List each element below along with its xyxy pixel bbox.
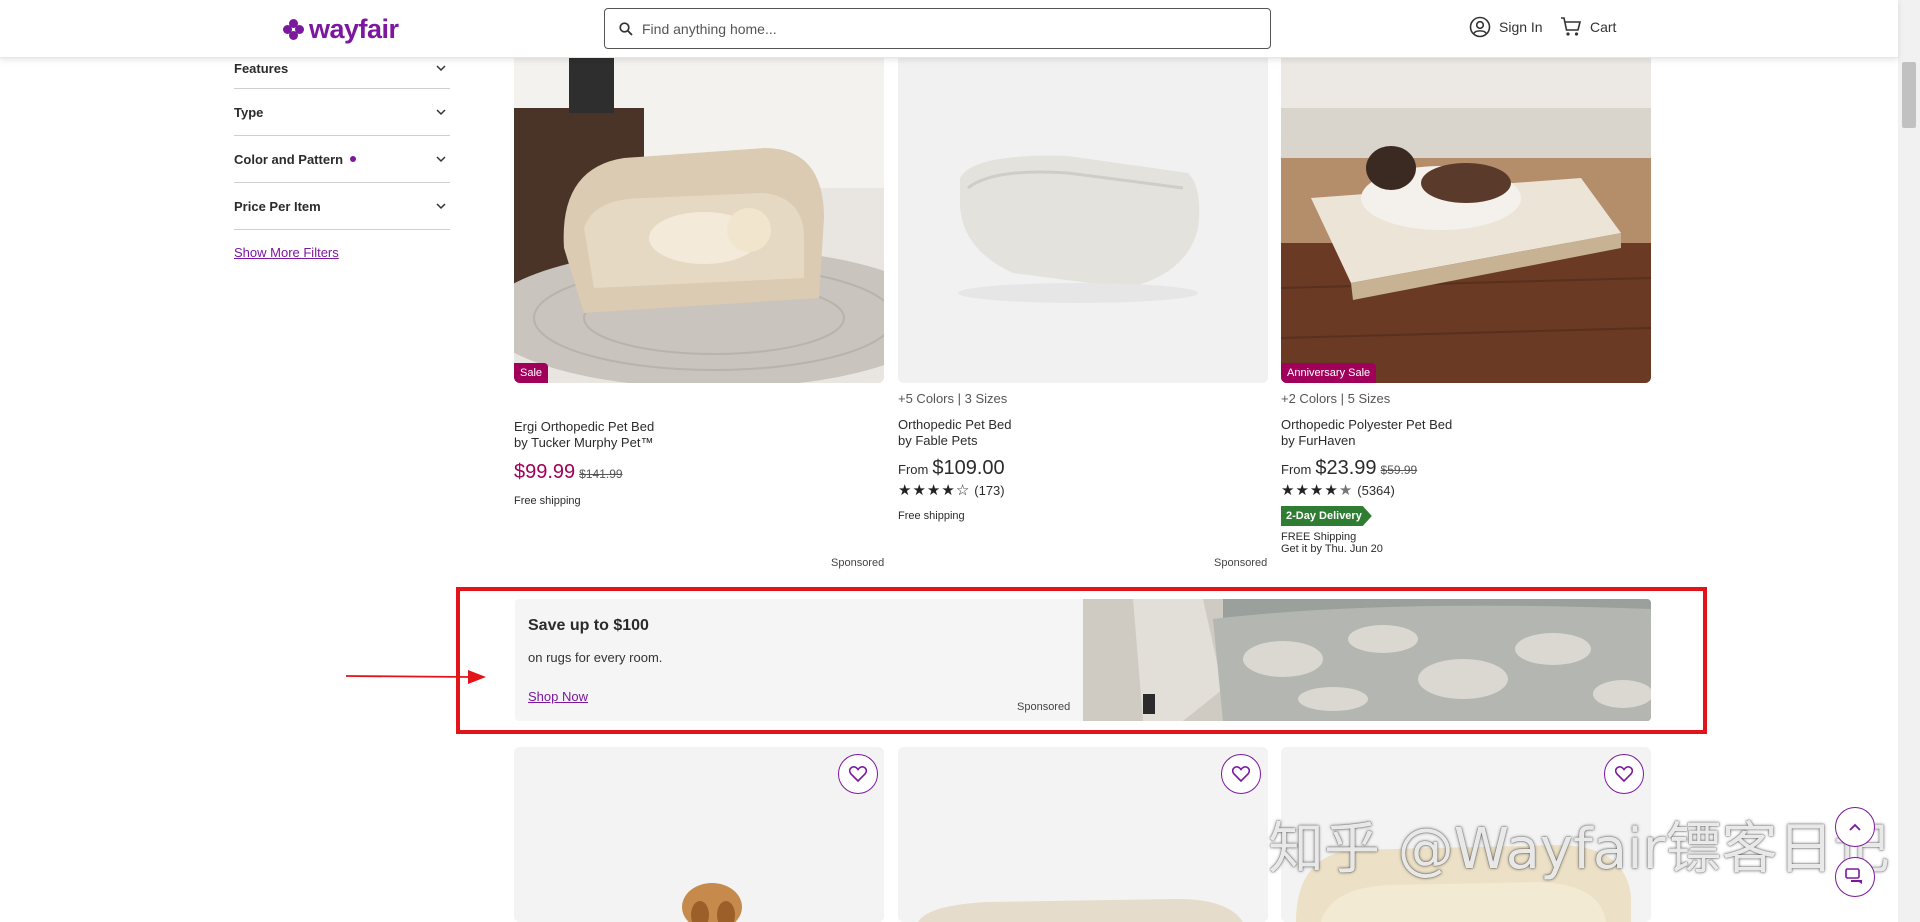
logo-text: wayfair: [309, 14, 399, 44]
shipping-info: Free shipping: [898, 510, 965, 522]
site-header: wayfair Sign In Cart: [0, 0, 1898, 58]
product-old-price: $59.99: [1380, 463, 1418, 477]
shipping-eta: Get it by Thu. Jun 20: [1281, 543, 1383, 555]
two-day-delivery-badge: 2-Day Delivery: [1281, 506, 1372, 526]
filter-label: Features: [234, 60, 289, 76]
product-options: +5 Colors | 3 Sizes: [898, 391, 1008, 406]
filter-color-and-pattern[interactable]: Color and Pattern: [234, 136, 450, 183]
banner-subtitle: on rugs for every room.: [528, 650, 663, 665]
search-bar[interactable]: [604, 8, 1271, 49]
product-name: Orthopedic Pet Bed: [898, 417, 1012, 432]
chevron-down-icon: [436, 156, 446, 163]
product-image[interactable]: [514, 747, 884, 922]
product-image[interactable]: [898, 48, 1268, 383]
sponsored-label: Sponsored: [1017, 701, 1071, 713]
review-count: (5364): [1357, 483, 1395, 498]
product-card[interactable]: +2 Colors | 5 Sizes Orthopedic Polyester…: [1281, 391, 1651, 555]
show-more-filters-link[interactable]: Show More Filters: [234, 245, 450, 260]
banner-title: Save up to $100: [528, 617, 649, 634]
sign-in-link[interactable]: Sign In: [1469, 16, 1543, 38]
dog-on-bed-image: [1281, 48, 1651, 383]
chevron-down-icon: [436, 65, 446, 72]
price-prefix: From: [898, 462, 929, 477]
sale-badge: Sale: [514, 363, 549, 383]
sponsored-label: Sponsored: [831, 557, 885, 569]
chat-icon: [1845, 868, 1862, 884]
shipping-info: Free shipping: [514, 495, 581, 507]
search-icon: [619, 21, 633, 36]
pet-bed-image: [898, 48, 1268, 383]
shop-now-link[interactable]: Shop Now: [528, 689, 588, 704]
product-brand: by FurHaven: [1281, 433, 1356, 448]
product-price: $109.00: [932, 457, 1005, 479]
product-name: Orthopedic Polyester Pet Bed: [1281, 417, 1453, 432]
favorite-button[interactable]: [1604, 754, 1644, 794]
cart-link[interactable]: Cart: [1560, 16, 1616, 38]
product-card[interactable]: Ergi Orthopedic Pet Bed by Tucker Murphy…: [514, 419, 884, 507]
heart-icon: [1232, 766, 1250, 782]
product-image[interactable]: Sale: [514, 48, 884, 383]
product-brand: by Fable Pets: [898, 433, 978, 448]
heart-icon: [849, 766, 867, 782]
product-image[interactable]: [898, 747, 1268, 922]
filter-sidebar: Features Type Color and Pattern Price Pe…: [234, 48, 450, 260]
cart-label: Cart: [1590, 19, 1617, 35]
pet-bed-image: [514, 747, 884, 922]
scroll-up-icon: [1849, 823, 1861, 831]
price-prefix: From: [1281, 462, 1312, 477]
wayfair-logo[interactable]: wayfair: [283, 14, 399, 45]
product-old-price: $141.99: [579, 467, 623, 481]
heart-icon: [1615, 766, 1633, 782]
cart-icon: [1561, 17, 1582, 36]
pet-sofa-image: [514, 48, 884, 383]
annotation-arrow: [346, 670, 486, 684]
logo-mark-icon: [283, 18, 305, 41]
product-options: +2 Colors | 5 Sizes: [1281, 391, 1391, 406]
product-brand: by Tucker Murphy Pet™: [514, 435, 654, 450]
chat-button[interactable]: [1835, 857, 1875, 897]
sponsored-label: Sponsored: [1214, 557, 1268, 569]
product-price: $99.99: [514, 461, 576, 483]
page-scrollbar[interactable]: [1898, 0, 1920, 922]
filter-label: Color and Pattern: [234, 151, 344, 167]
filter-price-per-item[interactable]: Price Per Item: [234, 183, 450, 230]
rug-image: [1083, 599, 1651, 721]
anniversary-sale-badge: Anniversary Sale: [1281, 363, 1377, 383]
star-rating: ★ ★ ★ ★ ★ (5364): [1281, 482, 1395, 499]
chevron-down-icon: [436, 109, 446, 116]
product-name: Ergi Orthopedic Pet Bed: [514, 419, 655, 434]
favorite-button[interactable]: [838, 754, 878, 794]
scrollbar-thumb[interactable]: [1902, 62, 1916, 128]
star-rating: ★ ★ ★ ★ ☆ (173): [898, 482, 1005, 499]
filter-label: Price Per Item: [234, 198, 321, 214]
product-card[interactable]: +5 Colors | 3 Sizes Orthopedic Pet Bed b…: [898, 391, 1268, 522]
shipping-info: FREE Shipping: [1281, 531, 1357, 543]
review-count: (173): [974, 483, 1005, 498]
chevron-down-icon: [436, 203, 446, 210]
favorite-button[interactable]: [1221, 754, 1261, 794]
sign-in-label: Sign In: [1499, 19, 1543, 35]
filter-label: Type: [234, 104, 264, 120]
active-filter-dot: [350, 156, 357, 162]
product-price: $23.99: [1315, 457, 1377, 479]
pet-bed-image: [898, 747, 1268, 922]
product-image[interactable]: Anniversary Sale: [1281, 48, 1651, 383]
scroll-to-top-button[interactable]: [1835, 807, 1875, 847]
filter-type[interactable]: Type: [234, 89, 450, 136]
watermark-text: 知乎 @Wayfair镖客日记: [1268, 817, 1890, 882]
rug-promo-banner[interactable]: Save up to $100 on rugs for every room. …: [515, 599, 1651, 721]
search-input[interactable]: [642, 20, 1242, 37]
account-icon: [1469, 16, 1491, 38]
